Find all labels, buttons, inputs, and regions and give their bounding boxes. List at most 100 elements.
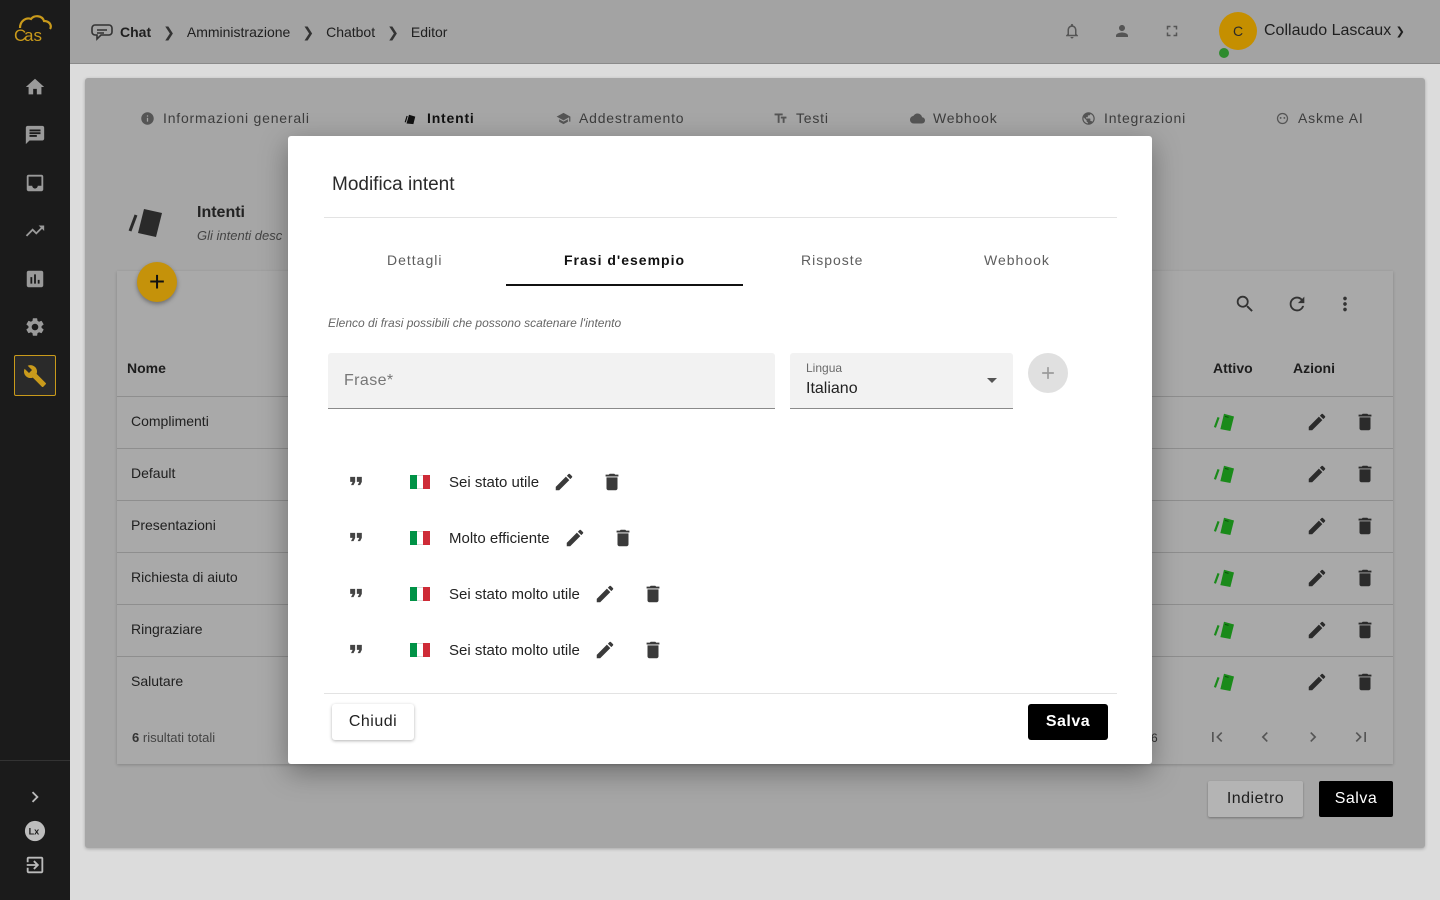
page-save-button[interactable]: Salva bbox=[1319, 781, 1393, 817]
edit-icon[interactable] bbox=[1306, 515, 1328, 537]
quote-icon bbox=[346, 527, 368, 549]
lx-logo-icon[interactable]: Lx bbox=[23, 819, 47, 843]
avatar[interactable]: C bbox=[1219, 12, 1257, 50]
tab-label: Intenti bbox=[427, 110, 475, 126]
tab-label: Informazioni generali bbox=[163, 110, 310, 126]
edit-phrase-icon[interactable] bbox=[552, 470, 576, 494]
tab-dettagli[interactable]: Dettagli bbox=[387, 252, 442, 268]
breadcrumb-amministrazione[interactable]: Amministrazione bbox=[187, 24, 290, 40]
table-row-name[interactable]: Default bbox=[131, 465, 175, 481]
edit-phrase-icon[interactable] bbox=[563, 526, 587, 550]
prev-page-icon[interactable] bbox=[1255, 727, 1275, 747]
edit-phrase-icon[interactable] bbox=[593, 582, 617, 606]
tab-informazioni-generali[interactable]: Informazioni generali bbox=[140, 110, 310, 126]
table-row-name[interactable]: Complimenti bbox=[131, 413, 209, 429]
chatbot-icon bbox=[91, 24, 113, 41]
tab-risposte[interactable]: Risposte bbox=[801, 252, 863, 268]
chevron-right-icon[interactable] bbox=[23, 785, 47, 809]
section-subtitle: Gli intenti desc bbox=[197, 228, 283, 243]
delete-phrase-icon[interactable] bbox=[611, 526, 635, 550]
column-header-name[interactable]: Nome bbox=[127, 360, 166, 376]
breadcrumb-chatbot[interactable]: Chatbot bbox=[326, 24, 375, 40]
close-button[interactable]: Chiudi bbox=[332, 704, 414, 740]
tab-testi[interactable]: Testi bbox=[773, 110, 829, 126]
back-button[interactable]: Indietro bbox=[1208, 781, 1303, 817]
school-icon bbox=[556, 112, 571, 124]
tab-integrazioni[interactable]: Integrazioni bbox=[1081, 110, 1186, 126]
results-label: risultati totali bbox=[142, 730, 216, 745]
bar-chart-icon[interactable] bbox=[23, 267, 47, 291]
table-row-name[interactable]: Presentazioni bbox=[131, 517, 216, 533]
column-header-active: Attivo bbox=[1213, 360, 1253, 376]
tab-webhook[interactable]: Webhook bbox=[910, 110, 998, 126]
table-row-name[interactable]: Ringraziare bbox=[131, 621, 203, 637]
tab-intenti[interactable]: Intenti bbox=[404, 110, 475, 126]
save-button[interactable]: Salva bbox=[1028, 704, 1108, 740]
active-intent-icon[interactable] bbox=[1213, 567, 1235, 587]
bell-icon[interactable] bbox=[1063, 22, 1083, 42]
user-menu[interactable]: Collaudo Lascaux ❯ bbox=[1264, 22, 1405, 40]
fullscreen-icon[interactable] bbox=[1163, 22, 1183, 42]
table-row-name[interactable]: Richiesta di aiuto bbox=[131, 569, 238, 585]
breadcrumb-chat[interactable]: Chat bbox=[120, 24, 151, 40]
tab-frasi-esempio[interactable]: Frasi d'esempio bbox=[564, 252, 685, 268]
phrase-text: Molto efficiente bbox=[449, 529, 550, 547]
edit-icon[interactable] bbox=[1306, 411, 1328, 433]
delete-icon[interactable] bbox=[1354, 671, 1376, 693]
language-select[interactable]: Lingua Italiano bbox=[790, 353, 1013, 409]
trending-icon[interactable] bbox=[23, 219, 47, 243]
edit-icon[interactable] bbox=[1306, 567, 1328, 589]
delete-phrase-icon[interactable] bbox=[641, 582, 665, 606]
home-icon[interactable] bbox=[23, 75, 47, 99]
app-logo[interactable]: as C bbox=[12, 14, 58, 45]
tab-label: Askme AI bbox=[1298, 110, 1364, 126]
edit-icon[interactable] bbox=[1306, 671, 1328, 693]
language-label: Lingua bbox=[806, 361, 843, 375]
more-vert-icon[interactable] bbox=[1334, 293, 1356, 315]
tab-askme-ai[interactable]: Askme AI bbox=[1275, 110, 1364, 126]
edit-icon[interactable] bbox=[1306, 463, 1328, 485]
results-count: 6 risultati totali bbox=[132, 730, 215, 745]
delete-icon[interactable] bbox=[1354, 463, 1376, 485]
italy-flag-icon bbox=[410, 643, 431, 657]
top-bar: Chat ❯ Amministrazione ❯ Chatbot ❯ Edito… bbox=[70, 0, 1440, 64]
active-intent-icon[interactable] bbox=[1213, 411, 1235, 431]
tab-webhook-dialog[interactable]: Webhook bbox=[984, 252, 1050, 268]
add-phrase-button[interactable] bbox=[1028, 353, 1068, 393]
italy-flag-icon bbox=[410, 475, 431, 489]
language-value: Italiano bbox=[806, 380, 858, 397]
edit-phrase-icon[interactable] bbox=[593, 638, 617, 662]
active-intent-icon[interactable] bbox=[1213, 619, 1235, 639]
first-page-icon[interactable] bbox=[1207, 727, 1227, 747]
gear-icon[interactable] bbox=[23, 315, 47, 339]
phrase-input[interactable]: Frase* bbox=[328, 353, 775, 409]
edit-icon[interactable] bbox=[1306, 619, 1328, 641]
delete-icon[interactable] bbox=[1354, 619, 1376, 641]
search-icon[interactable] bbox=[1234, 293, 1256, 315]
active-intent-icon[interactable] bbox=[1213, 671, 1235, 691]
add-intent-button[interactable]: + bbox=[137, 262, 177, 302]
table-row-name[interactable]: Salutare bbox=[131, 673, 183, 689]
chat-icon[interactable] bbox=[23, 123, 47, 147]
last-page-icon[interactable] bbox=[1351, 727, 1371, 747]
delete-phrase-icon[interactable] bbox=[641, 638, 665, 662]
refresh-icon[interactable] bbox=[1286, 293, 1308, 315]
sidebar-divider bbox=[0, 760, 70, 761]
tab-addestramento[interactable]: Addestramento bbox=[556, 110, 684, 126]
person-icon[interactable] bbox=[1113, 22, 1133, 42]
delete-icon[interactable] bbox=[1354, 567, 1376, 589]
logout-icon[interactable] bbox=[23, 853, 47, 877]
active-intent-icon[interactable] bbox=[1213, 463, 1235, 483]
delete-icon[interactable] bbox=[1354, 411, 1376, 433]
dialog-divider bbox=[324, 693, 1117, 694]
results-number: 6 bbox=[132, 730, 140, 745]
next-page-icon[interactable] bbox=[1303, 727, 1323, 747]
text-icon bbox=[774, 113, 787, 123]
quote-icon bbox=[346, 639, 368, 661]
wrench-icon[interactable] bbox=[14, 355, 56, 396]
inbox-icon[interactable] bbox=[23, 171, 47, 195]
active-intent-icon[interactable] bbox=[1213, 515, 1235, 535]
phrases-hint: Elenco di frasi possibili che possono sc… bbox=[328, 316, 622, 330]
delete-icon[interactable] bbox=[1354, 515, 1376, 537]
delete-phrase-icon[interactable] bbox=[600, 470, 624, 494]
